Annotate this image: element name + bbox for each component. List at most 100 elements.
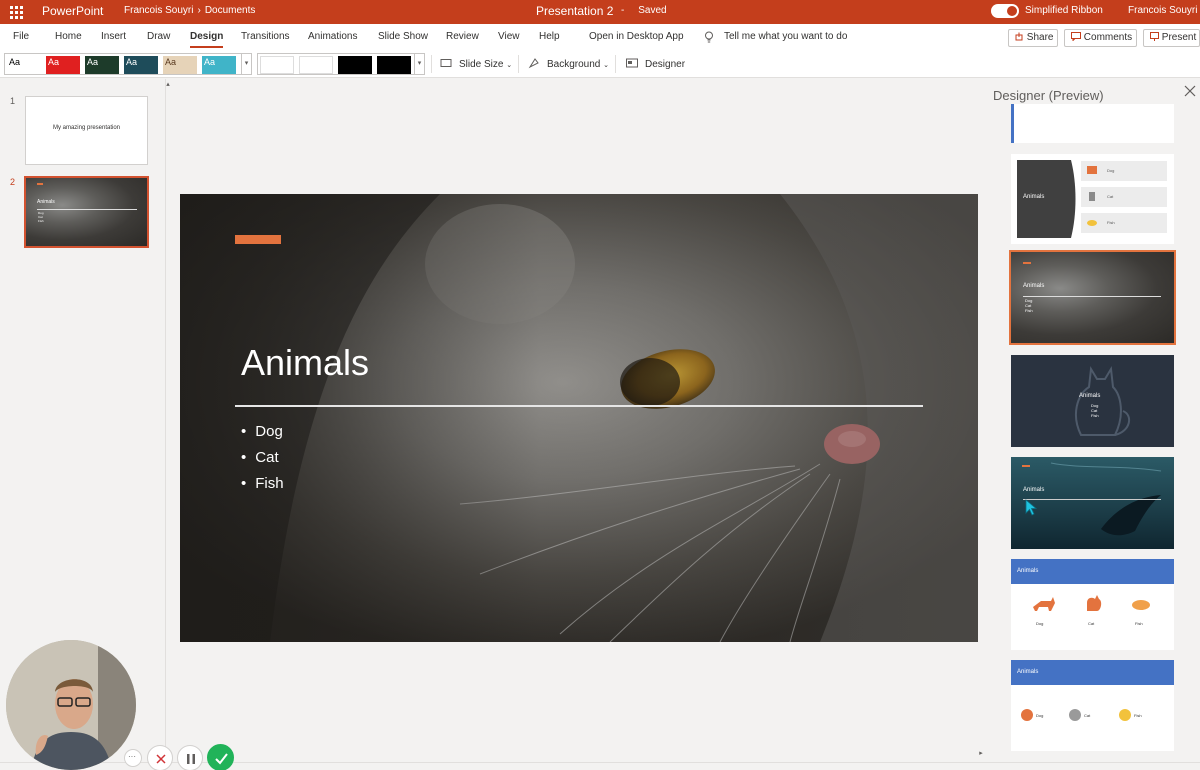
ellipsis-icon: ··· [128, 752, 136, 761]
pause-button[interactable] [177, 745, 203, 770]
variant-1[interactable] [260, 56, 294, 74]
bullet-item[interactable]: Cat [241, 449, 284, 475]
mouse-cursor-icon [1025, 499, 1038, 516]
presenter-video [6, 640, 136, 770]
idea-2-title: Animals [1023, 194, 1045, 200]
themes-more-button[interactable]: ▾ [241, 54, 251, 74]
designer-idea-3-selected[interactable]: Animals Dog Cat Fish [1009, 250, 1176, 345]
simplified-ribbon-label: Simplified Ribbon [1025, 5, 1103, 16]
idea-4-title: Animals [1079, 393, 1101, 399]
theme-red[interactable]: Aa [46, 56, 80, 74]
tab-help[interactable]: Help [539, 31, 560, 42]
save-status: - Saved [621, 5, 667, 16]
share-label: Share [1026, 32, 1054, 43]
comment-icon [1071, 32, 1081, 42]
present-label: Present [1161, 32, 1197, 43]
bullet-item[interactable]: Fish [241, 475, 283, 501]
collapse-arrow-icon[interactable]: ▴ [163, 80, 173, 90]
background-label: Background [547, 59, 601, 70]
theme-green[interactable]: Aa [85, 56, 119, 74]
slide-thumbnail-2[interactable]: Animals Dog Cat Fish [24, 176, 149, 248]
close-icon[interactable] [1184, 85, 1196, 97]
theme-label: Aa [204, 57, 216, 67]
tell-me-search[interactable]: Tell me what you want to do [724, 31, 847, 42]
slide-size-button[interactable]: Slide Size ⌄ [459, 59, 512, 70]
background-button[interactable]: Background ⌄ [547, 59, 609, 70]
tab-view[interactable]: View [498, 31, 520, 42]
designer-idea-1[interactable] [1011, 104, 1174, 143]
idea-4-bullets: Dog Cat Fish [1091, 403, 1099, 418]
simplified-ribbon-toggle[interactable] [991, 4, 1019, 18]
idea-6-item: Cat [1088, 621, 1095, 626]
designer-button[interactable]: Designer [645, 59, 685, 70]
tab-home[interactable]: Home [55, 31, 82, 42]
comments-button[interactable]: Comments [1064, 29, 1137, 47]
idea-6-item: Dog [1036, 621, 1044, 626]
account-name[interactable]: Francois Souyri [1128, 5, 1197, 16]
theme-office[interactable]: Aa [7, 56, 41, 74]
app-name[interactable]: PowerPoint [42, 4, 103, 18]
tab-file[interactable]: File [13, 31, 29, 42]
slide-size-icon [440, 59, 452, 67]
scroll-right-arrow-icon[interactable]: ▸ [976, 749, 986, 759]
save-separator: - [621, 5, 625, 16]
variant-4[interactable] [377, 56, 411, 74]
tab-transitions[interactable]: Transitions [241, 31, 290, 42]
designer-idea-4[interactable]: Animals Dog Cat Fish [1011, 355, 1174, 447]
divider [518, 55, 519, 73]
idea-7-item: Cat [1084, 713, 1091, 718]
share-button[interactable]: Share [1008, 29, 1058, 47]
slide-size-label: Slide Size [459, 59, 504, 70]
idea-5-accent [1022, 465, 1030, 467]
app-launcher-icon[interactable] [8, 4, 24, 20]
designer-idea-7[interactable]: Animals Dog Cat Fish [1011, 660, 1174, 751]
tab-animations[interactable]: Animations [308, 31, 357, 42]
tab-slide-show[interactable]: Slide Show [378, 31, 428, 42]
theme-teal[interactable]: Aa [124, 56, 158, 74]
tab-review[interactable]: Review [446, 31, 479, 42]
document-title[interactable]: Presentation 2 [536, 4, 613, 18]
more-options-button[interactable]: ··· [124, 749, 142, 767]
slide-title[interactable]: Animals [241, 342, 369, 384]
open-desktop-app-link[interactable]: Open in Desktop App [589, 31, 684, 42]
bullet-item[interactable]: Dog [241, 423, 284, 449]
thumbnail-accent-bar [37, 183, 43, 185]
tab-insert[interactable]: Insert [101, 31, 126, 42]
breadcrumb-folder[interactable]: Documents [205, 5, 256, 16]
designer-idea-6[interactable]: Animals Dog Cat Fish [1011, 559, 1174, 650]
variant-3[interactable] [338, 56, 372, 74]
presenter-webcam [6, 640, 136, 770]
divider [431, 55, 432, 73]
idea-7-item: Fish [1134, 713, 1142, 718]
tab-draw[interactable]: Draw [147, 31, 170, 42]
designer-icon [626, 58, 638, 68]
checkmark-icon [215, 753, 228, 765]
idea-3-bullet: Fish [1025, 308, 1033, 313]
slide-thumbnail-1[interactable]: My amazing presentation [25, 96, 148, 165]
theme-label: Aa [126, 57, 138, 67]
theme-cyan[interactable]: Aa [202, 56, 236, 74]
designer-idea-5[interactable]: Animals [1011, 457, 1174, 549]
variant-2[interactable] [299, 56, 333, 74]
idea-3-title: Animals [1023, 283, 1045, 289]
designer-idea-2[interactable]: Animals Dog Cat Fish [1011, 154, 1174, 244]
cancel-recording-button[interactable] [147, 745, 173, 770]
slide-number: 1 [10, 96, 16, 106]
idea-5-rule [1023, 499, 1161, 500]
present-button[interactable]: Present [1143, 29, 1200, 47]
finish-recording-button[interactable] [207, 744, 234, 770]
current-slide[interactable]: Animals Dog Cat Fish [180, 194, 978, 642]
present-icon [1150, 32, 1159, 41]
idea-3-bullets: Dog Cat Fish [1025, 298, 1033, 313]
theme-label: Aa [9, 57, 21, 67]
thumbnail-rule [37, 209, 137, 210]
idea-3-accent [1023, 262, 1031, 264]
thumbnail-bullet: Fish [38, 219, 44, 223]
variants-gallery: ▾ [257, 53, 425, 75]
variants-more-button[interactable]: ▾ [414, 54, 424, 74]
tab-design[interactable]: Design [190, 31, 224, 48]
cat-outline-icon [1074, 365, 1131, 436]
breadcrumb-owner[interactable]: Francois Souyri [124, 5, 193, 16]
theme-beige[interactable]: Aa [163, 56, 197, 74]
bullet-list[interactable]: Dog Cat Fish [241, 423, 284, 501]
